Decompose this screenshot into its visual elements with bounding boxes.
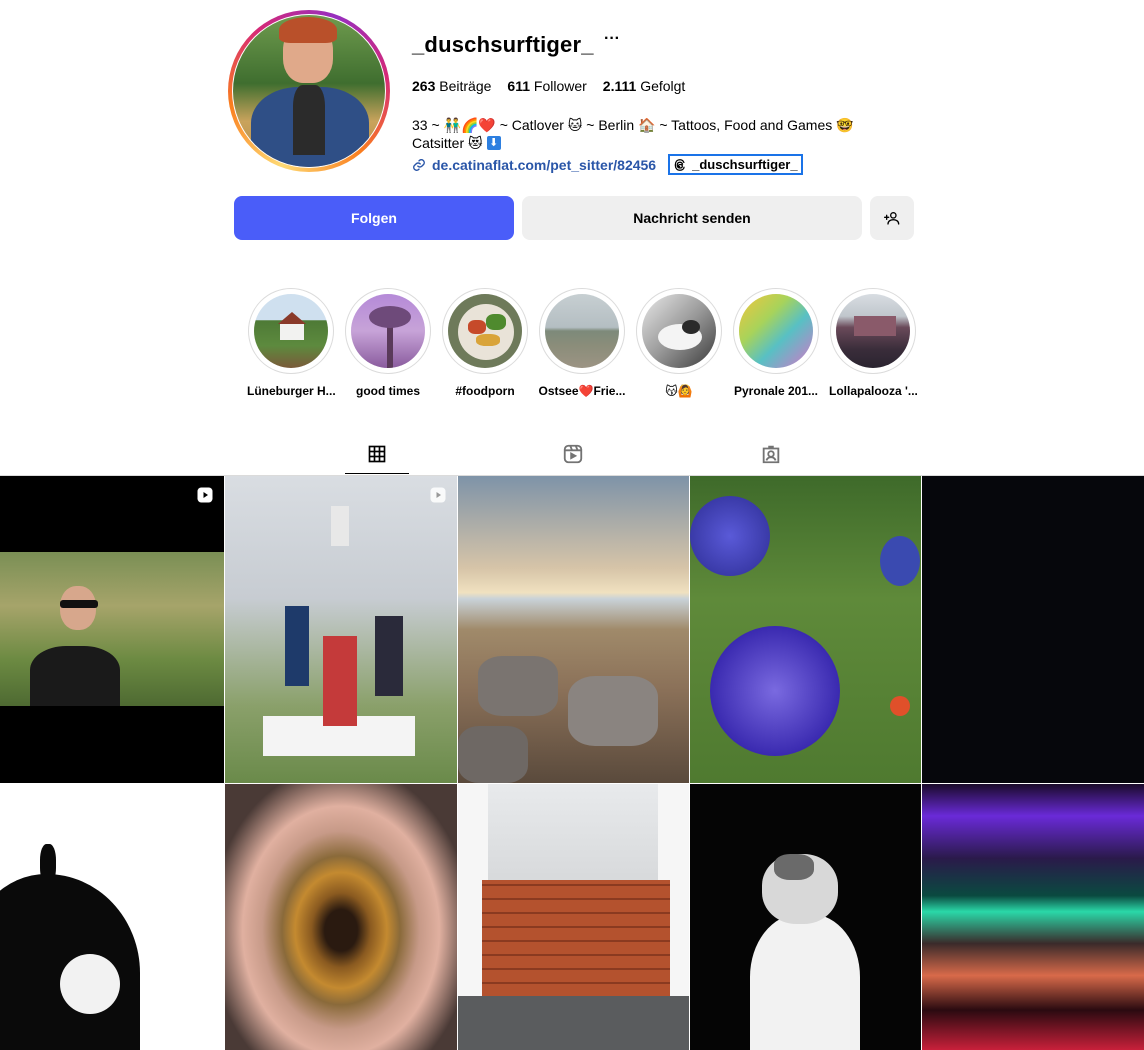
tagged-icon	[762, 445, 780, 464]
highlight-cover	[642, 294, 716, 368]
post-thumbnail[interactable]	[0, 476, 224, 783]
suggest-users-button[interactable]	[870, 196, 914, 240]
reels-icon	[563, 444, 583, 464]
highlight-cover	[254, 294, 328, 368]
post-thumbnail[interactable]	[225, 476, 457, 783]
add-user-icon	[884, 212, 900, 225]
profile-avatar[interactable]	[228, 10, 390, 172]
threads-icon	[674, 158, 685, 171]
post-thumbnail[interactable]	[458, 476, 689, 783]
followers-stat[interactable]: 611 Follower	[507, 78, 586, 94]
highlight-label: Pyronale 201...	[733, 384, 819, 398]
highlight-cover	[739, 294, 813, 368]
bio-line: Catsitter 😻 ⬇	[412, 134, 882, 152]
posts-grid-icon	[368, 445, 386, 462]
bio-line: 33 ~ 👬🌈❤️ ~ Catlover 🐱 ~ Berlin 🏠 ~ Tatt…	[412, 117, 854, 133]
more-options-button[interactable]: ···	[604, 30, 620, 48]
post-thumbnail[interactable]	[225, 784, 457, 1050]
post-thumbnail[interactable]	[922, 476, 1144, 783]
highlight-label: Lüneburger H...	[247, 384, 336, 398]
reel-icon	[430, 487, 446, 503]
highlight-item[interactable]: #foodporn	[441, 288, 529, 398]
send-message-button[interactable]: Nachricht senden	[522, 196, 862, 240]
highlight-label: #foodporn	[455, 384, 515, 398]
posts-stat: 263 Beiträge	[412, 78, 492, 94]
threads-profile-link[interactable]: _duschsurftiger_	[668, 154, 803, 175]
highlight-label: Ostsee❤️Frie...	[538, 384, 626, 398]
highlight-item[interactable]: Pyronale 201...	[732, 288, 820, 398]
tab-posts[interactable]	[345, 434, 409, 474]
profile-stats: 263 Beiträge 611 Follower 2.111 Gefolgt	[412, 78, 685, 94]
tab-reels[interactable]	[541, 434, 605, 474]
post-thumbnail[interactable]	[458, 784, 689, 1050]
profile-username: _duschsurftiger_	[412, 32, 594, 57]
highlight-cover	[545, 294, 619, 368]
highlight-label: Lollapalooza '...	[829, 384, 918, 398]
following-stat[interactable]: 2.111 Gefolgt	[603, 78, 686, 94]
highlight-item[interactable]: Ostsee❤️Frie...	[538, 288, 626, 398]
highlight-item[interactable]: good times	[344, 288, 432, 398]
highlight-label: good times	[355, 384, 420, 398]
highlight-cover	[836, 294, 910, 368]
highlight-cover	[448, 294, 522, 368]
highlight-item[interactable]: Lollapalooza '...	[829, 288, 918, 398]
down-arrow-emoji: ⬇	[486, 136, 501, 150]
post-thumbnail[interactable]	[690, 476, 921, 783]
post-thumbnail[interactable]	[0, 784, 224, 1050]
post-thumbnail[interactable]	[922, 784, 1144, 1050]
tab-tagged[interactable]	[739, 434, 803, 474]
post-thumbnail[interactable]	[690, 784, 921, 1050]
reel-icon	[197, 487, 213, 503]
profile-bio: 33 ~ 👬🌈❤️ ~ Catlover 🐱 ~ Berlin 🏠 ~ Tatt…	[412, 116, 882, 152]
highlight-label: 😽🙆	[665, 384, 693, 398]
highlight-item[interactable]: Lüneburger H...	[247, 288, 336, 398]
highlight-item[interactable]: 😽🙆	[635, 288, 723, 398]
profile-links: de.catinaflat.com/pet_sitter/82456 _dusc…	[412, 154, 803, 175]
external-link[interactable]: de.catinaflat.com/pet_sitter/82456	[412, 157, 656, 173]
avatar-photo	[233, 15, 385, 167]
follow-button[interactable]: Folgen	[234, 196, 514, 240]
link-icon	[413, 158, 425, 171]
highlight-cover	[351, 294, 425, 368]
